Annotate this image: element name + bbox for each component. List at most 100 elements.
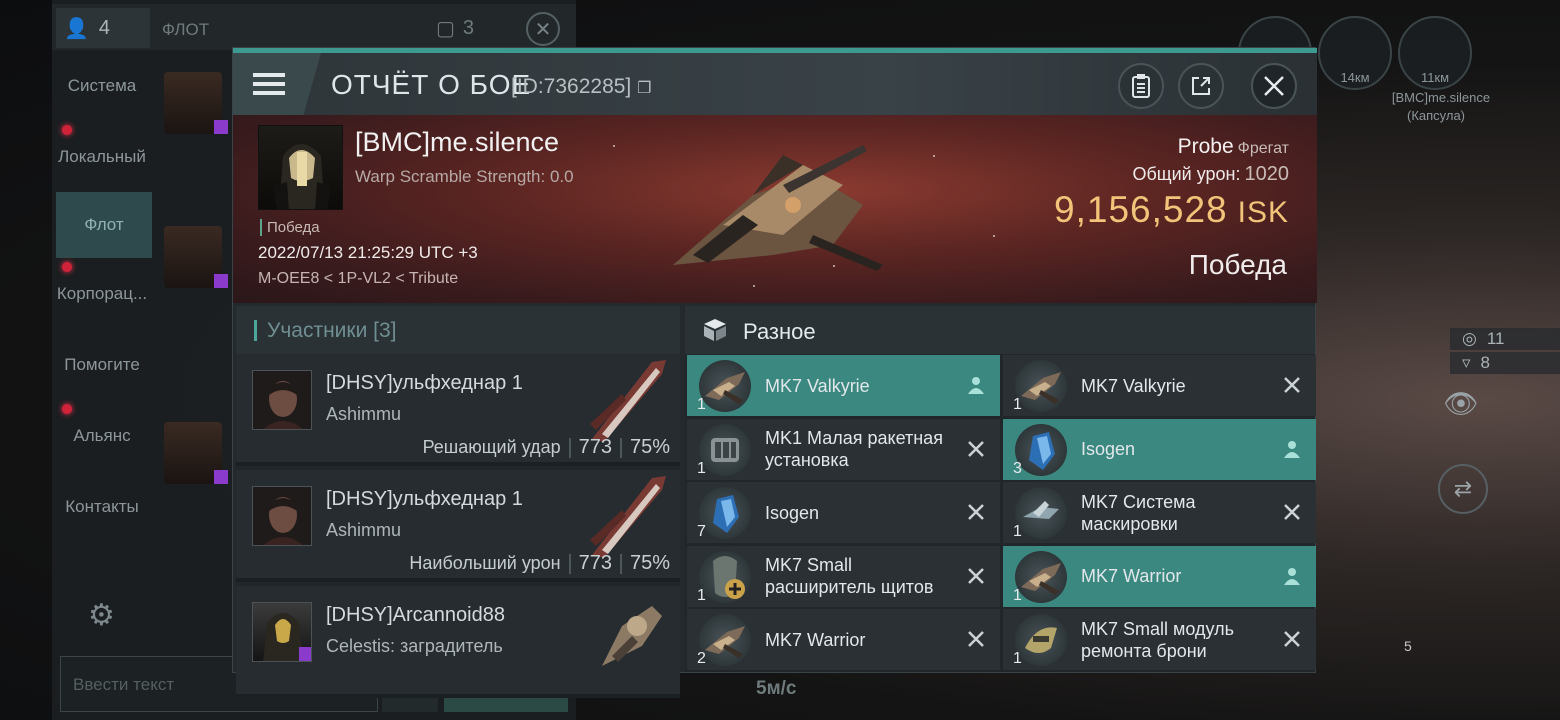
loot-item[interactable]: 1 MK7 Valkyrie — [687, 355, 1000, 416]
swap-icon[interactable]: ⇄ — [1438, 464, 1488, 514]
share-icon — [1192, 77, 1210, 95]
destroyed-icon — [966, 502, 986, 522]
destroyed-icon — [1282, 629, 1302, 649]
participant-percent: 75% — [629, 552, 670, 574]
item-name: MK7 Warrior — [765, 629, 866, 650]
loot-item[interactable]: 1 MK1 Малая ракетная установка — [687, 418, 1000, 480]
participant-name: [DHSY]ульфхеднар 1 — [326, 488, 523, 510]
report-header: ОТЧЁТ О БОЕ [ID:7362285] ❐ — [233, 53, 1317, 115]
loot-header: Разное — [685, 306, 1315, 354]
eye-icon[interactable]: 👁 — [1432, 378, 1490, 428]
menu-button[interactable] — [233, 53, 321, 115]
participant-ship-image — [590, 476, 666, 558]
loot-item[interactable]: 2 MK7 Warrior — [687, 609, 1000, 670]
chat-channel-0[interactable]: Система — [52, 50, 152, 121]
participant-row[interactable]: [DHSY]ульфхеднар 1 Ashimmu Решающий удар 77… — [236, 354, 680, 466]
item-icon — [699, 487, 751, 539]
chat-unread[interactable]: ▢ 3 — [436, 16, 474, 41]
item-name: MK1 Малая ракетная установка — [765, 428, 943, 470]
item-quantity: 1 — [697, 586, 706, 604]
alert-dot-icon — [62, 262, 72, 272]
participant-avatar[interactable] — [252, 370, 312, 430]
target-icon: ◎ — [1462, 329, 1477, 348]
loot-item[interactable]: 3 Isogen — [1003, 418, 1316, 480]
chat-channel-list: Система Локальный Флот Корпорац... Помогите А… — [52, 50, 152, 542]
item-icon — [1015, 550, 1067, 603]
loot-item[interactable]: 1 MK7 Warrior — [1003, 545, 1316, 607]
chat-avatar — [164, 226, 228, 288]
divider — [619, 553, 622, 574]
close-icon — [1264, 76, 1284, 96]
loot-panel: Разное 1 MK7 Valkyrie 1 MK7 Valkyrie 1 MK1 Ма… — [685, 306, 1316, 672]
loot-item[interactable]: 1 MK7 Small модуль ремонта брони — [1003, 609, 1316, 670]
participant-avatar[interactable] — [252, 486, 312, 546]
chat-channel-2[interactable]: Флот — [56, 192, 152, 258]
item-icon — [699, 614, 751, 666]
person-icon: 👤 — [64, 17, 89, 40]
item-icon — [1015, 614, 1067, 666]
participants-header: Участники [3] — [236, 306, 680, 354]
clipboard-button[interactable] — [1118, 63, 1164, 109]
filter-icon: ▿ — [1462, 353, 1471, 372]
victim-tag: Победа — [260, 219, 320, 236]
participant-avatar[interactable] — [252, 602, 312, 662]
loot-item[interactable]: 1 MK7 Система маскировки — [1003, 482, 1316, 543]
gear-icon[interactable]: ⚙ — [88, 598, 115, 633]
destroyed-icon — [1282, 502, 1302, 522]
report-id[interactable]: [ID:7362285] ❐ — [511, 75, 651, 99]
victim-subtitle: Warp Scramble Strength: 0.0 — [355, 167, 574, 186]
copy-icon[interactable]: ❐ — [637, 80, 651, 97]
item-icon — [699, 423, 751, 476]
victim-avatar[interactable] — [258, 125, 343, 210]
participant-ship-image — [602, 606, 662, 666]
hud-target-name: (Капсула) — [1406, 108, 1466, 123]
chat-avatar — [164, 422, 228, 484]
chat-bubble-icon: ▢ — [436, 18, 455, 40]
cube-icon — [704, 319, 726, 341]
victim-location[interactable]: M-OEE8 < 1P-VL2 < Tribute — [258, 270, 458, 288]
chat-avatar — [164, 72, 228, 134]
person-icon — [1282, 566, 1302, 586]
share-button[interactable] — [1178, 63, 1224, 109]
chat-close-button[interactable]: ✕ — [526, 12, 560, 46]
participant-row[interactable]: [DHSY]ульфхеднар 1 Ashimmu Наибольший урон… — [236, 470, 680, 582]
participant-ship: Ashimmu — [326, 520, 402, 540]
participant-damage: 773 — [578, 436, 612, 458]
destroyed-icon — [1282, 375, 1302, 395]
person-icon — [1282, 439, 1302, 459]
chat-channel-5[interactable]: Альянс — [52, 400, 152, 471]
item-quantity: 1 — [1013, 650, 1022, 667]
divider — [568, 553, 571, 574]
item-quantity: 1 — [697, 459, 706, 477]
person-icon — [966, 375, 986, 395]
loot-item[interactable]: 1 MK7 Small расширитель щитов — [687, 545, 1000, 607]
chat-member-count[interactable]: 👤 4 — [56, 8, 150, 48]
chat-channel-3[interactable]: Корпорац... — [52, 258, 152, 329]
participant-row[interactable]: [DHSY]Arcannoid88 Celestis: заградитель — [236, 586, 680, 698]
participant-role: Наибольший урон — [409, 553, 561, 573]
chat-channel-6[interactable]: Контакты — [52, 471, 152, 542]
participant-stats: Наибольший урон 773 75% — [409, 552, 670, 575]
participant-name: [DHSY]ульфхеднар 1 — [326, 372, 523, 394]
battle-report-modal: ОТЧЁТ О БОЕ [ID:7362285] ❐ [BMC]me.silen… — [232, 47, 1317, 698]
item-name: Isogen — [765, 502, 820, 523]
item-name: MK7 Small расширитель щитов — [765, 555, 934, 597]
item-icon — [1015, 487, 1067, 539]
ship-class: Фрегат — [1237, 140, 1289, 157]
loot-item[interactable]: 7 Isogen — [687, 482, 1000, 543]
item-icon — [1015, 360, 1067, 412]
destroyed-icon — [966, 566, 986, 586]
chat-channel-1[interactable]: Локальный — [52, 121, 152, 192]
destroyed-icon — [966, 439, 986, 459]
victim-name[interactable]: [BMC]me.silence — [355, 127, 559, 158]
loot-item[interactable]: 1 MK7 Valkyrie — [1003, 355, 1316, 416]
item-quantity: 1 — [697, 396, 706, 413]
participants-title: Участники [3] — [254, 320, 397, 341]
item-name: MK7 Valkyrie — [765, 375, 870, 396]
participant-ship: Celestis: заградитель — [326, 636, 503, 656]
close-button[interactable] — [1251, 63, 1297, 109]
chat-channel-4[interactable]: Помогите — [52, 329, 152, 400]
clipboard-icon — [1132, 74, 1150, 98]
item-quantity: 3 — [1013, 459, 1022, 477]
game-screen: 👤 4 ФЛОТ ▢ 3 ✕ Система Локальный Флот Корпо… — [0, 0, 1560, 720]
